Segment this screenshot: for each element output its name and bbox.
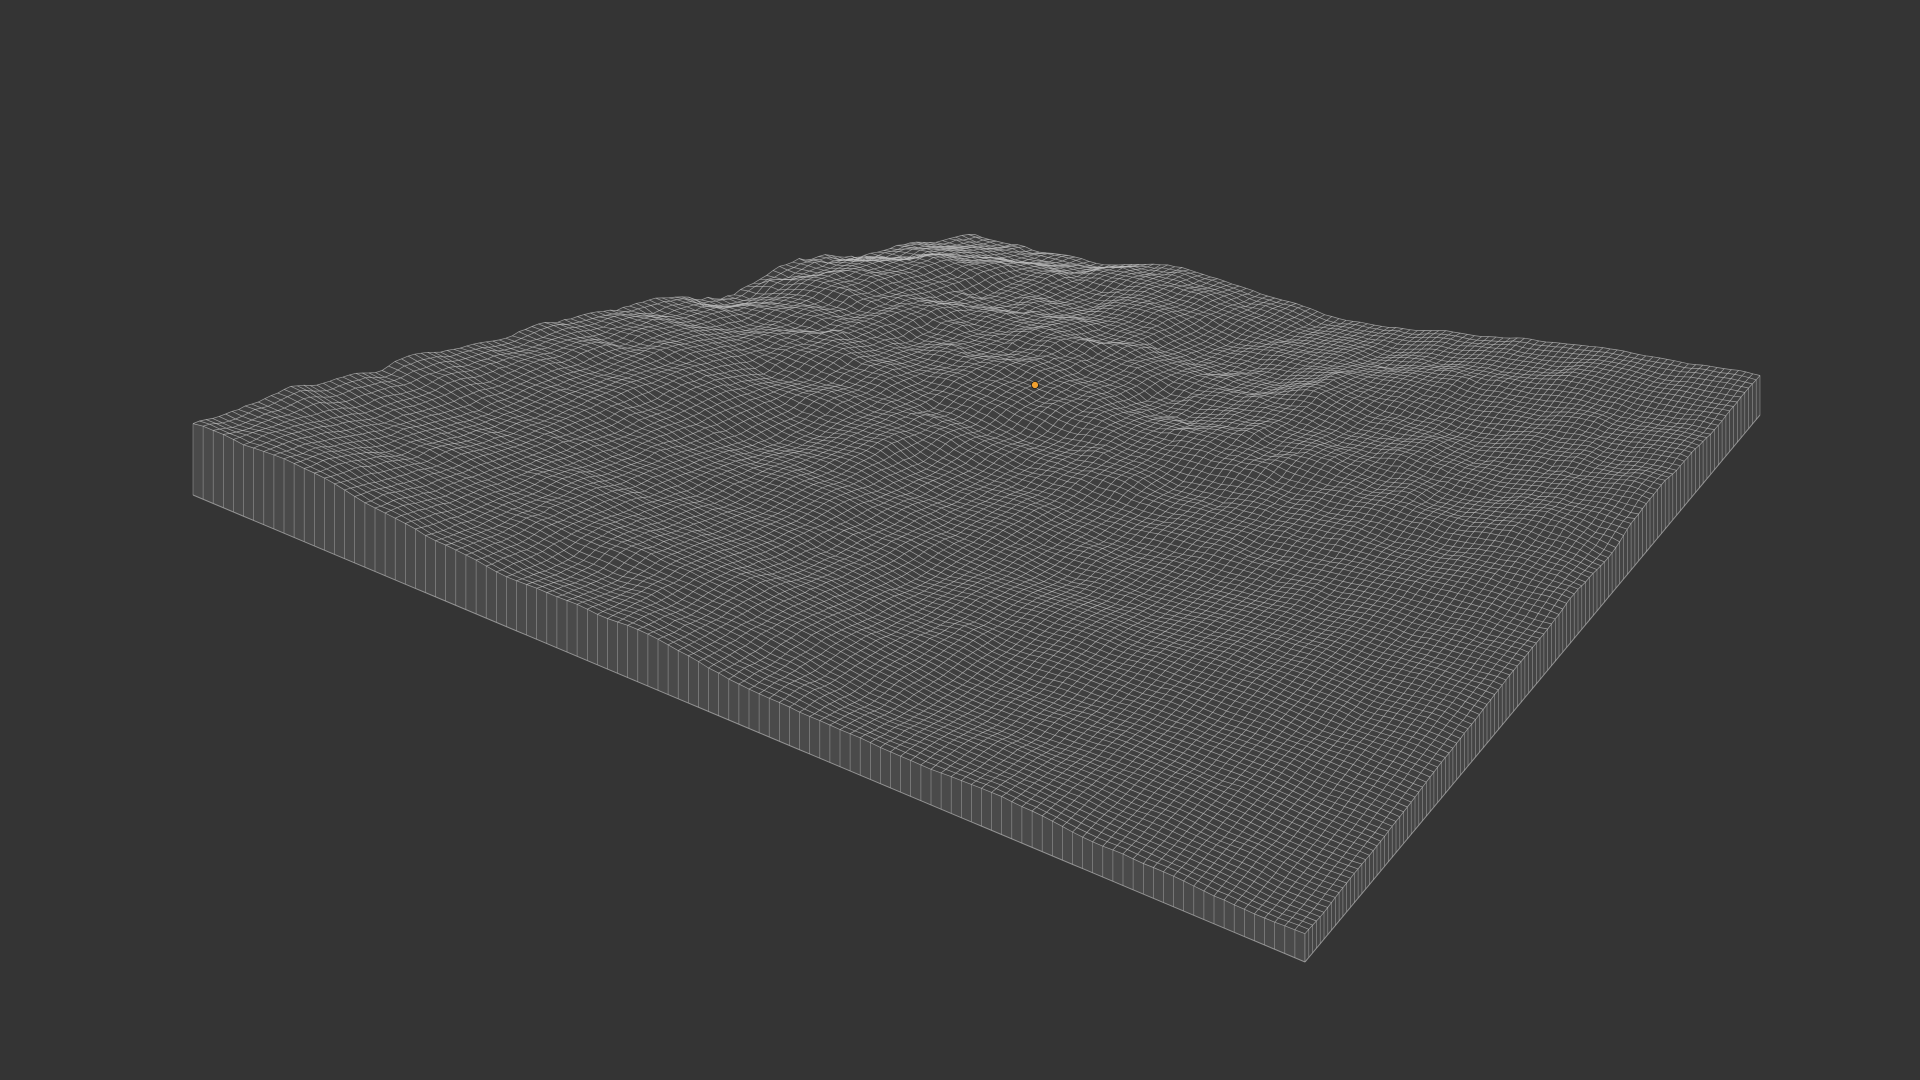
3d-viewport[interactable] [0,0,1920,1080]
terrain-scene[interactable] [0,0,1920,1080]
origin-dot[interactable] [1031,381,1039,389]
object-origin-marker[interactable] [1031,381,1039,389]
